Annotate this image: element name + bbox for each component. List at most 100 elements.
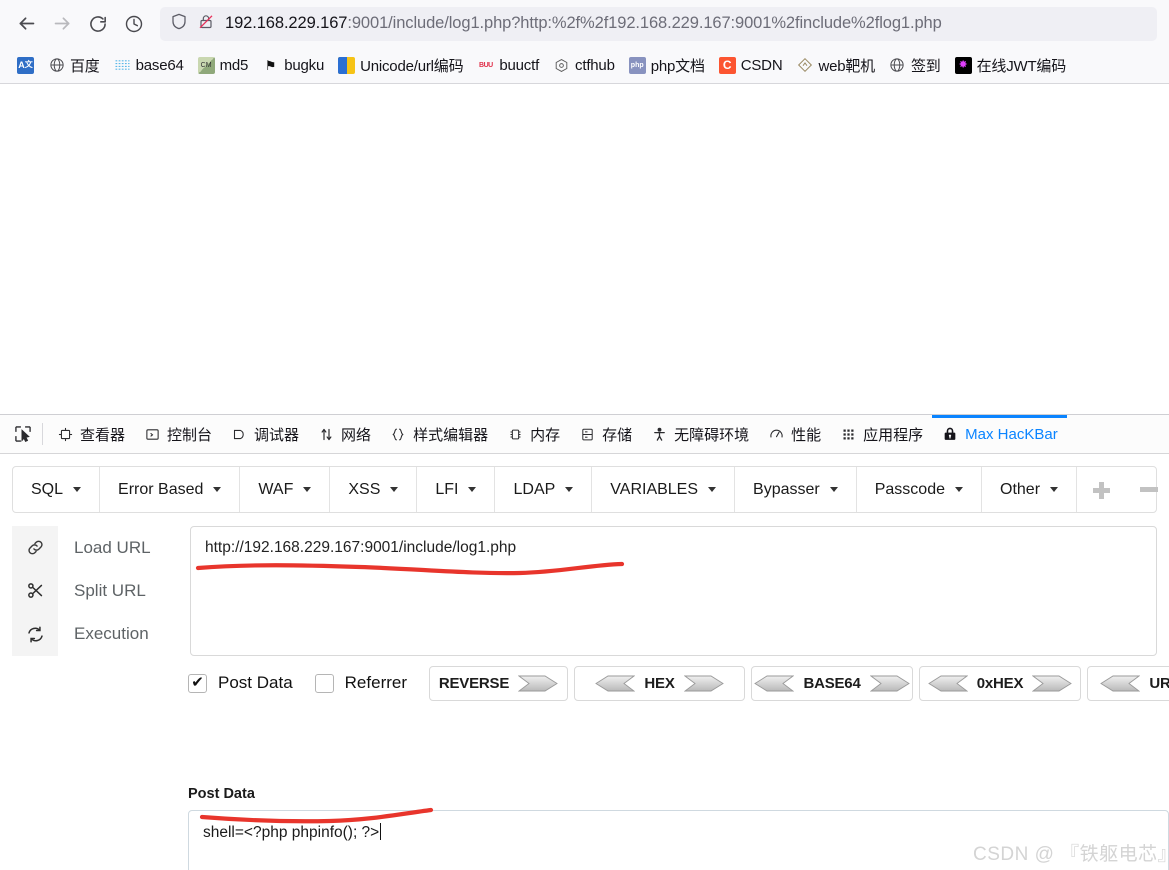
bookmark-web-target[interactable]: web靶机 [789, 51, 882, 79]
reload-icon [90, 15, 106, 32]
bookmark-label: bugku [284, 56, 325, 74]
load-url-button[interactable]: Load URL [58, 526, 190, 569]
storage-icon [578, 425, 596, 443]
encoder-url-button[interactable]: URL [1087, 665, 1169, 701]
browser-window: 192.168.229.167:9001/include/log1.php?ht… [0, 0, 1169, 870]
arrow-left-icon [1100, 675, 1141, 691]
remove-tab-button[interactable] [1125, 467, 1169, 512]
arrow-right-icon [869, 675, 910, 691]
hackbar-menu-variables[interactable]: VARIABLES [592, 467, 736, 512]
console-icon [143, 425, 161, 443]
tab-style-editor[interactable]: 样式编辑器 [380, 415, 497, 453]
tab-label: Max HacKBar [965, 425, 1058, 443]
encoder-0xhex-button[interactable]: 0xHEX [919, 665, 1082, 701]
tab-label: 控制台 [167, 426, 213, 444]
tab-accessibility[interactable]: 无障碍环境 [641, 415, 758, 453]
bookmark-bugku[interactable]: ⚑ bugku [255, 51, 331, 79]
hackbar-menu-sql[interactable]: SQL [13, 467, 101, 512]
chevron-down-icon [565, 487, 574, 492]
bookmark-buuctf[interactable]: BUU buuctf [470, 51, 546, 79]
bookmark-baidu[interactable]: 百度 [41, 51, 107, 79]
refresh-icon[interactable] [12, 613, 58, 656]
insecure-lock-icon[interactable] [198, 12, 214, 36]
bookmark-checkin[interactable]: 签到 [882, 51, 948, 79]
hackbar-encoders-row: ✔ Post Data Referrer REVERSE HEX BASE64 … [188, 664, 1169, 702]
tab-label: 样式编辑器 [413, 426, 489, 444]
tab-storage[interactable]: 存储 [569, 415, 641, 453]
encoder-label: HEX [644, 674, 675, 692]
hackbar-menu-lfi[interactable]: LFI [417, 467, 496, 512]
bookmark-base64[interactable]: base64 [107, 51, 191, 79]
bookmark-label: php文档 [650, 57, 705, 75]
chevron-down-icon [955, 487, 963, 492]
forward-arrow-icon [54, 17, 69, 30]
tab-label: 网络 [341, 426, 372, 444]
tab-debugger[interactable]: 调试器 [221, 415, 308, 453]
tab-application[interactable]: 应用程序 [830, 415, 932, 453]
chevron-down-icon [829, 487, 838, 492]
ctfhub-icon [553, 57, 570, 74]
tracking-protection-shield-icon[interactable] [170, 12, 188, 36]
tab-max-hackbar[interactable]: Max HacKBar [932, 415, 1067, 453]
hackbar-menu-ldap[interactable]: LDAP [495, 467, 593, 512]
history-button[interactable] [116, 6, 152, 42]
hackbar-menu-passcode[interactable]: Passcode [857, 467, 982, 512]
tab-inspector[interactable]: 查看器 [47, 415, 134, 453]
hackbar-menu-other[interactable]: Other [982, 467, 1078, 512]
hackbar-menu-bypasser[interactable]: Bypasser [735, 467, 857, 512]
chevron-down-icon [73, 487, 82, 492]
url-textarea[interactable]: http://192.168.229.167:9001/include/log1… [190, 526, 1157, 656]
encoder-reverse-button[interactable]: REVERSE [429, 665, 569, 701]
php-icon: php [628, 56, 646, 74]
post-data-checkbox-label: Post Data [218, 673, 293, 692]
bookmark-ctfhub[interactable]: ctfhub [546, 51, 622, 79]
hackbar-action-icons [12, 526, 58, 656]
unicode-icon [338, 56, 356, 74]
bookmark-csdn[interactable]: C CSDN [712, 51, 790, 79]
back-button[interactable] [8, 6, 44, 42]
arrow-right-icon [1032, 675, 1073, 691]
split-url-button[interactable]: Split URL [58, 569, 190, 612]
forward-button[interactable] [44, 6, 80, 42]
reload-button[interactable] [80, 6, 116, 42]
tab-network[interactable]: 网络 [308, 415, 380, 453]
tab-label: 应用程序 [863, 426, 924, 444]
element-picker-button[interactable] [6, 415, 40, 453]
scissors-icon[interactable] [12, 569, 58, 612]
devtools-tabbar: 查看器 控制台 调试器 网络 样式编辑器 内存 存储 无障碍环境 性能 应用程序… [0, 415, 1169, 454]
bookmark-php-docs[interactable]: php php文档 [622, 51, 712, 79]
bookmark-label: 百度 [70, 57, 100, 75]
hackbar-menu-error-based[interactable]: Error Based [100, 467, 241, 512]
encoder-label: BASE64 [803, 674, 861, 692]
encoder-hex-button[interactable]: HEX [574, 665, 746, 701]
referrer-checkbox[interactable] [314, 673, 334, 693]
hackbar-menu-xss[interactable]: XSS [330, 467, 418, 512]
link-icon[interactable] [12, 526, 58, 569]
tab-console[interactable]: 控制台 [134, 415, 221, 453]
post-data-checkbox-wrap[interactable]: ✔ Post Data [188, 673, 293, 693]
bookmark-unicode-url[interactable]: Unicode/url编码 [331, 51, 470, 79]
bookmark-translate[interactable]: A文 [10, 51, 41, 79]
bookmark-jwt-encoder[interactable]: ✸ 在线JWT编码 [948, 51, 1073, 79]
tab-label: 查看器 [80, 426, 126, 444]
chevron-down-icon [390, 487, 399, 492]
bookmark-label: CSDN [740, 56, 783, 74]
add-tab-button[interactable] [1077, 467, 1125, 512]
address-bar-text: 192.168.229.167:9001/include/log1.php?ht… [225, 14, 942, 33]
hackbar-action-list: Load URL Split URL Execution [12, 526, 190, 656]
bookmark-md5[interactable]: CM md5 [191, 51, 256, 79]
referrer-checkbox-wrap[interactable]: Referrer [314, 673, 407, 693]
buuctf-icon: BUU [479, 61, 493, 69]
encoder-label: 0xHEX [976, 674, 1024, 692]
hackbar-menu-waf[interactable]: WAF [240, 467, 331, 512]
globe-icon [48, 57, 65, 74]
menu-label: LFI [435, 480, 459, 498]
tab-performance[interactable]: 性能 [758, 415, 830, 453]
devtools-panel: 查看器 控制台 调试器 网络 样式编辑器 内存 存储 无障碍环境 性能 应用程序… [0, 414, 1169, 870]
post-data-checkbox[interactable]: ✔ [188, 673, 207, 693]
encoder-base64-button[interactable]: BASE64 [751, 665, 914, 701]
address-bar[interactable]: 192.168.229.167:9001/include/log1.php?ht… [160, 6, 1157, 41]
inspector-icon [56, 425, 74, 443]
execution-button[interactable]: Execution [58, 613, 190, 656]
tab-memory[interactable]: 内存 [497, 415, 569, 453]
